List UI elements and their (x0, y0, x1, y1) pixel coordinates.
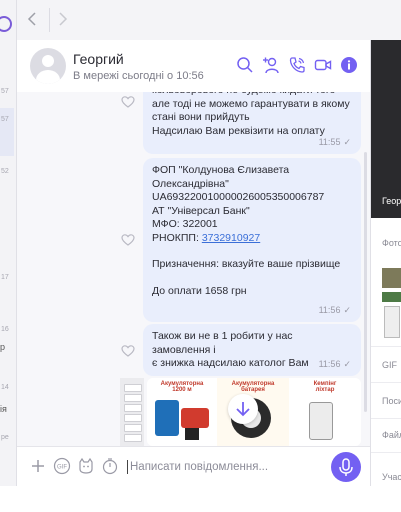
window-bottom-area (0, 486, 401, 512)
message-text: кольоворового не будемо кидати того але … (152, 92, 350, 137)
viber-logo-icon (0, 16, 12, 32)
message-bubble[interactable]: кольоворового не будемо кидати того але … (143, 92, 361, 154)
message-bubble[interactable]: ФОП "Колдунова Єлизавета Олександрівна" … (143, 158, 361, 322)
read-check-icon: ✓ (343, 304, 351, 315)
like-heart-icon[interactable] (121, 344, 135, 358)
call-icon[interactable] (288, 56, 306, 74)
message-time: 11:56 (318, 358, 341, 369)
phone-link[interactable]: 3732910927 (202, 232, 260, 244)
add-person-icon[interactable] (262, 56, 280, 74)
message-area[interactable]: кольоворового не будемо кидати того але … (17, 92, 370, 446)
contact-photo[interactable]: Георг (371, 40, 401, 218)
contact-name[interactable]: Георгий (73, 51, 124, 67)
panel-contact-name: Георг (382, 196, 401, 206)
chevron-left-icon[interactable] (27, 12, 39, 29)
media-thumbnail[interactable] (384, 306, 400, 338)
catalog-title: Акумуляторна батарея (231, 381, 275, 393)
chat-list-time: 57 (1, 116, 9, 123)
message-meta: 11:56 ✓ (319, 358, 351, 372)
nav-divider (49, 8, 50, 32)
microphone-button[interactable] (331, 452, 361, 482)
text-cursor (127, 460, 128, 474)
message-text: ФОП "Колдунова Єлизавета Олександрівна" … (152, 164, 325, 230)
chat-list-panel: 57 57 52 17 16 р 14 ія ре (0, 0, 17, 486)
message-text: Призначення: вказуйте ваше прізвище До о… (152, 258, 341, 297)
section-photos[interactable]: Фото (382, 238, 401, 248)
message-composer: GIF Написати повідомлення... (17, 446, 370, 486)
app-window: 57 57 52 17 16 р 14 ія ре Георгий В мере… (0, 0, 401, 486)
chevron-right-icon[interactable] (57, 12, 69, 29)
chat-list-time: 14 (1, 384, 9, 391)
gif-icon[interactable]: GIF (53, 457, 71, 475)
search-icon[interactable] (236, 56, 254, 74)
chat-list-time: ре (1, 434, 9, 441)
microphone-icon (339, 458, 353, 476)
rnokpp-label: РНОКПП: (152, 231, 202, 244)
sticker-icon[interactable] (77, 457, 95, 475)
top-navigation (17, 0, 370, 40)
message-time: 11:55 (318, 136, 341, 147)
catalog-title: Акумуляторна 1200 м (160, 381, 204, 393)
section-gif[interactable]: GIF (382, 360, 397, 370)
like-heart-icon[interactable] (121, 233, 135, 247)
scroll-down-button[interactable] (228, 394, 258, 424)
section-files[interactable]: Файл (382, 430, 401, 440)
svg-text:GIF: GIF (57, 465, 67, 471)
media-thumbnail[interactable] (382, 292, 401, 302)
section-members[interactable]: Учас (382, 472, 401, 482)
avatar[interactable] (30, 48, 66, 84)
chat-list-snippet: ія (0, 404, 7, 414)
media-thumbnail[interactable] (382, 268, 401, 288)
chat-list-time: 17 (1, 274, 9, 281)
plus-icon[interactable] (29, 457, 47, 475)
chat-scrollbar[interactable] (364, 152, 367, 412)
chat-list-time: 57 (1, 88, 9, 95)
timer-icon[interactable] (101, 457, 119, 475)
chat-list-snippet: р (0, 342, 6, 352)
message-meta: 11:55 ✓ (319, 136, 351, 150)
section-links[interactable]: Поси (382, 396, 401, 406)
info-icon[interactable] (340, 56, 358, 74)
message-time: 11:56 (318, 304, 341, 315)
catalog-panel: Кемпінг ліхтар (289, 378, 361, 446)
read-check-icon: ✓ (343, 358, 351, 369)
conversation-header: Георгий В мережі сьогодні о 10:56 (17, 40, 370, 93)
video-call-icon[interactable] (314, 56, 332, 74)
message-bubble[interactable]: Також ви не в 1 робити у нас замовлення … (143, 324, 361, 376)
message-input[interactable]: Написати повідомлення... (130, 461, 268, 473)
chat-list-time: 52 (1, 168, 9, 175)
catalog-panel: Акумуляторна 1200 м (147, 378, 217, 446)
like-heart-icon[interactable] (121, 95, 135, 109)
message-text-line: РНОКПП: 3732910927 (152, 232, 353, 246)
contact-status: В мережі сьогодні о 10:56 (73, 70, 204, 82)
read-check-icon: ✓ (343, 136, 351, 147)
chat-list-time: 16 (1, 326, 9, 333)
info-panel: Георг Фото GIF Поси Файл Учас (370, 40, 401, 486)
catalog-title: Кемпінг ліхтар (313, 381, 337, 393)
image-thumbnail[interactable] (120, 378, 144, 446)
message-meta: 11:56 ✓ (319, 304, 351, 318)
